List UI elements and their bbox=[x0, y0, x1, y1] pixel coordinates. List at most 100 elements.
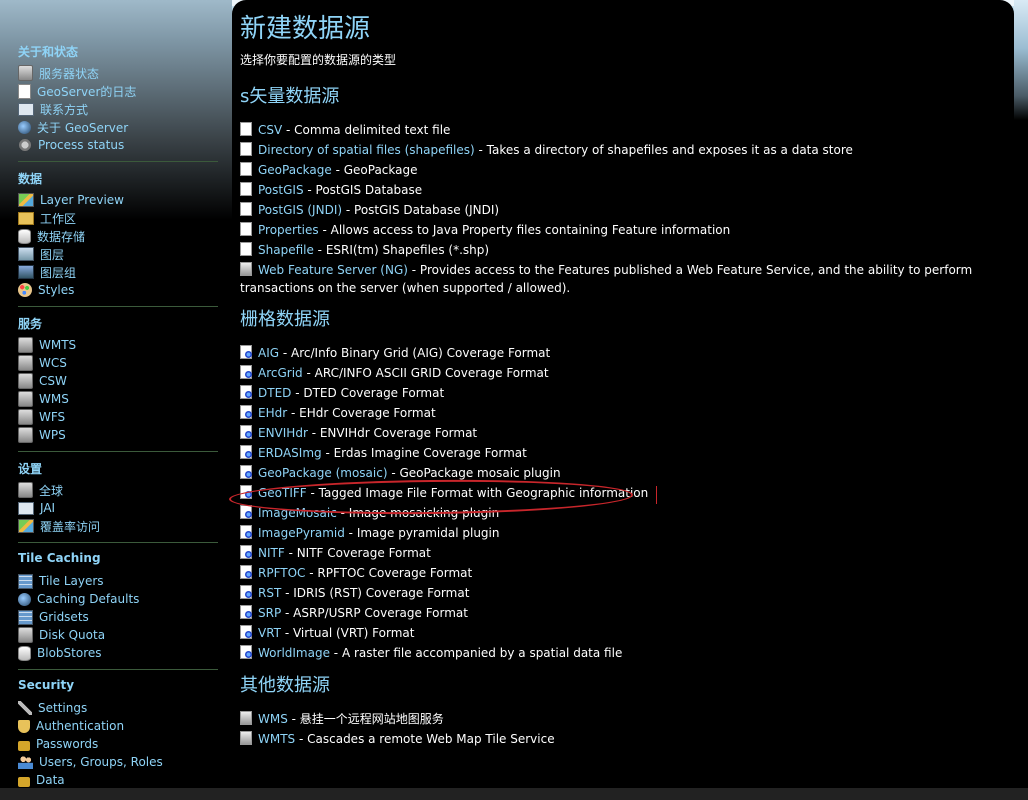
raster-source-link[interactable]: RPFTOC bbox=[258, 566, 305, 580]
raster-source-link[interactable]: WorldImage bbox=[258, 646, 330, 660]
sidebar-item-logs[interactable]: GeoServer的日志 bbox=[18, 82, 136, 100]
raster-source-desc: - EHdr Coverage Format bbox=[287, 406, 436, 420]
vector-store-icon bbox=[240, 202, 252, 216]
sidebar-item-server-status[interactable]: 服务器状态 bbox=[18, 64, 99, 82]
raster-source-link[interactable]: EHdr bbox=[258, 406, 287, 420]
data-lock-icon bbox=[18, 776, 30, 787]
raster-source-desc: - GeoPackage mosaic plugin bbox=[387, 466, 561, 480]
raster-source-link[interactable]: VRT bbox=[258, 626, 281, 640]
sidebar-item-layer-groups[interactable]: 图层组 bbox=[18, 263, 76, 281]
sidebar-item-users-groups-roles[interactable]: Users, Groups, Roles bbox=[18, 753, 163, 771]
sidebar-item-label: BlobStores bbox=[37, 646, 102, 660]
sidebar-item-layer-preview[interactable]: Layer Preview bbox=[18, 191, 124, 209]
raster-source-link[interactable]: DTED bbox=[258, 386, 291, 400]
sidebar-item-global[interactable]: 全球 bbox=[18, 481, 63, 499]
sidebar-item-disk-quota[interactable]: Disk Quota bbox=[18, 626, 105, 644]
vector-source-link[interactable]: Properties bbox=[258, 223, 319, 237]
sidebar-item-data-security[interactable]: Data bbox=[18, 771, 65, 789]
raster-source-link[interactable]: GeoPackage (mosaic) bbox=[258, 466, 388, 480]
raster-store-icon bbox=[240, 405, 252, 419]
sidebar-item-label: WCS bbox=[39, 356, 67, 370]
sidebar-item-authentication[interactable]: Authentication bbox=[18, 717, 124, 735]
raster-source-desc: - Arc/Info Binary Grid (AIG) Coverage Fo… bbox=[279, 346, 551, 360]
other-source-link[interactable]: WMS bbox=[258, 712, 288, 726]
sidebar-item-label: JAI bbox=[40, 501, 56, 515]
other-source-link[interactable]: WMTS bbox=[258, 732, 295, 746]
raster-store-icon bbox=[240, 585, 252, 599]
sidebar-item-workspaces[interactable]: 工作区 bbox=[18, 209, 76, 227]
sidebar-item-process-status[interactable]: Process status bbox=[18, 136, 124, 154]
sidebar-item-passwords[interactable]: Passwords bbox=[18, 735, 98, 753]
vector-store-icon bbox=[240, 222, 252, 236]
sidebar-item-wmts[interactable]: WMTS bbox=[18, 336, 76, 354]
raster-source-desc: - ENVIHdr Coverage Format bbox=[307, 426, 478, 440]
other-sources-heading: 其他数据源 bbox=[240, 675, 330, 696]
raster-source-desc: - RPFTOC Coverage Format bbox=[305, 566, 473, 580]
sidebar-item-csw[interactable]: CSW bbox=[18, 372, 67, 390]
vector-source-item: CSV - Comma delimited text file bbox=[240, 121, 1000, 139]
panel-edge bbox=[1014, 0, 1028, 120]
vector-source-desc: - ESRI(tm) Shapefiles (*.shp) bbox=[313, 243, 490, 257]
raster-source-link[interactable]: ArcGrid bbox=[258, 366, 303, 380]
vector-source-link[interactable]: Shapefile bbox=[258, 243, 314, 257]
vector-source-link[interactable]: Directory of spatial files (shapefiles) bbox=[258, 143, 475, 157]
vector-source-item: GeoPackage - GeoPackage bbox=[240, 161, 1000, 179]
sidebar-item-gridsets[interactable]: Gridsets bbox=[18, 608, 89, 626]
raster-source-link[interactable]: AIG bbox=[258, 346, 279, 360]
wmts-store-icon bbox=[240, 731, 252, 745]
vector-source-desc: - Allows access to Java Property files c… bbox=[318, 223, 731, 237]
sidebar-item-wms[interactable]: WMS bbox=[18, 390, 69, 408]
sidebar-item-wps[interactable]: WPS bbox=[18, 426, 66, 444]
sidebar-item-coverage-access[interactable]: 覆盖率访问 bbox=[18, 517, 100, 535]
sidebar-item-label: WFS bbox=[39, 410, 66, 424]
vector-source-link[interactable]: PostGIS (JNDI) bbox=[258, 203, 342, 217]
vector-source-link[interactable]: Web Feature Server (NG) bbox=[258, 263, 408, 277]
raster-source-item: WorldImage - A raster file accompanied b… bbox=[240, 644, 1000, 662]
raster-store-icon bbox=[240, 345, 252, 359]
vector-source-link[interactable]: CSV bbox=[258, 123, 282, 137]
raster-source-link[interactable]: ERDASImg bbox=[258, 446, 322, 460]
sidebar-item-stores[interactable]: 数据存储 bbox=[18, 227, 85, 245]
raster-store-icon bbox=[240, 625, 252, 639]
about-icon bbox=[18, 120, 31, 134]
sidebar-item-label: Users, Groups, Roles bbox=[39, 755, 163, 769]
sidebar-item-layers[interactable]: 图层 bbox=[18, 245, 64, 263]
layer-icon bbox=[18, 247, 34, 261]
sidebar-item-label: Styles bbox=[38, 283, 75, 297]
sidebar-divider bbox=[18, 669, 218, 670]
raster-source-link[interactable]: ImagePyramid bbox=[258, 526, 345, 540]
sidebar-item-label: Caching Defaults bbox=[37, 592, 140, 606]
vector-source-link[interactable]: PostGIS bbox=[258, 183, 304, 197]
raster-store-icon bbox=[240, 465, 252, 479]
sidebar-item-caching-defaults[interactable]: Caching Defaults bbox=[18, 590, 139, 608]
raster-source-link[interactable]: NITF bbox=[258, 546, 285, 560]
sidebar-item-label: Data bbox=[36, 773, 65, 787]
grid-icon bbox=[18, 573, 33, 589]
log-icon bbox=[18, 83, 31, 99]
raster-store-icon bbox=[240, 445, 252, 459]
sidebar-item-label: Gridsets bbox=[39, 610, 89, 624]
sidebar-item-contact[interactable]: 联系方式 bbox=[18, 100, 88, 118]
sidebar-item-about[interactable]: 关于 GeoServer bbox=[18, 118, 128, 136]
sidebar-item-blobstores[interactable]: BlobStores bbox=[18, 644, 102, 662]
palette-icon bbox=[18, 283, 32, 297]
wrench-icon bbox=[18, 701, 32, 715]
vector-source-link[interactable]: GeoPackage bbox=[258, 163, 332, 177]
sidebar-item-wcs[interactable]: WCS bbox=[18, 354, 67, 372]
wfs-store-icon bbox=[240, 262, 252, 276]
raster-source-link[interactable]: ENVIHdr bbox=[258, 426, 308, 440]
raster-source-link[interactable]: SRP bbox=[258, 606, 281, 620]
sidebar-item-tile-layers[interactable]: Tile Layers bbox=[18, 572, 104, 590]
sidebar-item-label: 覆盖率访问 bbox=[40, 519, 101, 534]
sidebar-item-styles[interactable]: Styles bbox=[18, 281, 74, 299]
sidebar-item-wfs[interactable]: WFS bbox=[18, 408, 65, 426]
sidebar-section-data: 数据 bbox=[18, 172, 43, 186]
raster-source-link[interactable]: RST bbox=[258, 586, 281, 600]
lock-icon bbox=[18, 740, 30, 751]
service-icon bbox=[18, 337, 33, 353]
database-icon bbox=[18, 228, 31, 244]
sidebar-item-jai[interactable]: JAI bbox=[18, 499, 55, 517]
database-icon bbox=[18, 645, 31, 661]
sidebar-item-security-settings[interactable]: Settings bbox=[18, 699, 87, 717]
gear-icon bbox=[18, 138, 32, 152]
